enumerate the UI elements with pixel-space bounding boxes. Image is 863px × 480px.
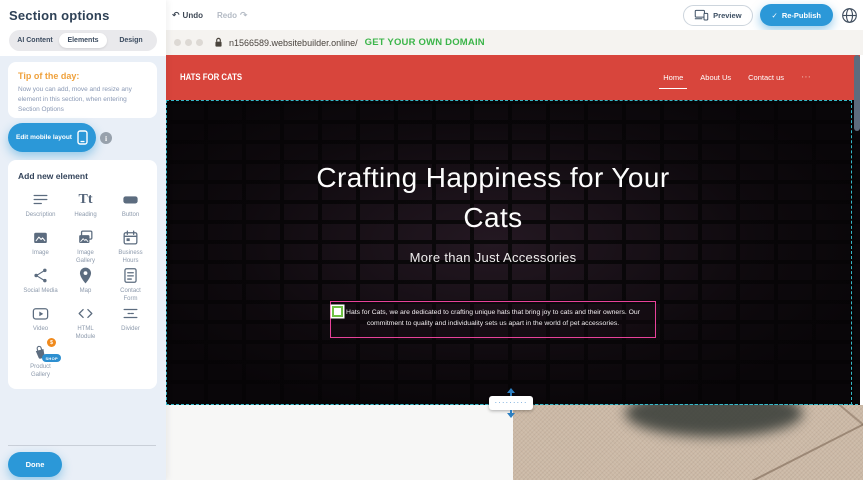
done-button[interactable]: Done <box>8 452 62 477</box>
image-gallery-icon <box>76 228 95 247</box>
tab-elements[interactable]: Elements <box>59 33 107 48</box>
drag-grip: ········· <box>489 396 533 410</box>
hero-heading[interactable]: Crafting Happiness for Your Cats <box>293 158 693 238</box>
element-map[interactable]: Map <box>63 266 108 304</box>
site-url: n1566589.websitebuilder.online/ <box>229 38 358 48</box>
html-module-icon <box>76 304 95 323</box>
info-icon[interactable]: i <box>100 132 112 144</box>
check-icon: ✓ <box>772 11 778 20</box>
add-element-card: Add new element Description Tt Heading B… <box>8 160 157 389</box>
element-image[interactable]: Image <box>18 228 63 266</box>
get-domain-link[interactable]: GET YOUR OWN DOMAIN <box>365 37 485 48</box>
republish-button[interactable]: ✓ Re-Publish <box>760 4 833 26</box>
tip-title: Tip of the day: <box>18 71 147 81</box>
product-gallery-icon: $ SHOP <box>31 342 50 361</box>
shop-tag: SHOP <box>42 354 61 362</box>
tab-ai-content[interactable]: AI Content <box>11 33 59 48</box>
element-selection-handle[interactable] <box>332 306 343 317</box>
panel-title: Section options <box>9 8 157 23</box>
element-heading[interactable]: Tt Heading <box>63 190 108 228</box>
element-social-media[interactable]: Social Media <box>18 266 63 304</box>
element-contact-form[interactable]: Contact Form <box>108 266 153 304</box>
site-nav: Home About Us Contact us ⋯ <box>663 72 811 83</box>
element-description[interactable]: Description <box>18 190 63 228</box>
element-video[interactable]: Video <box>18 304 63 342</box>
element-grid: Description Tt Heading Button <box>18 190 153 380</box>
undo-button[interactable]: ↶ Undo <box>172 10 203 21</box>
business-hours-icon <box>121 228 140 247</box>
preview-button[interactable]: Preview <box>683 5 752 26</box>
nav-home[interactable]: Home <box>663 73 683 82</box>
editor-topbar: ↶ Undo Redo ↷ Preview ✓ Re-Pub <box>166 0 863 30</box>
video-icon <box>31 304 50 323</box>
heading-icon: Tt <box>79 190 93 209</box>
language-globe-icon[interactable] <box>840 6 858 24</box>
browser-dot <box>185 39 192 46</box>
browser-dot <box>196 39 203 46</box>
element-html-module[interactable]: HTML Module <box>63 304 108 342</box>
panel-divider <box>8 445 156 446</box>
browser-address-bar: n1566589.websitebuilder.online/ GET YOUR… <box>166 30 863 55</box>
tip-body: Now you can add, move and resize any ele… <box>18 85 147 115</box>
cat-shadow <box>625 405 803 437</box>
redo-button[interactable]: Redo ↷ <box>217 10 248 21</box>
devices-icon <box>694 9 709 21</box>
lock-icon <box>214 37 223 48</box>
nav-more-icon[interactable]: ⋯ <box>801 72 811 83</box>
section-resize-handle[interactable]: ········· <box>483 388 539 419</box>
app-window: Section options AI Content Elements Desi… <box>0 0 863 480</box>
redo-icon: ↷ <box>240 10 248 21</box>
contact-form-icon <box>121 266 140 285</box>
editor-stage: ↶ Undo Redo ↷ Preview ✓ Re-Pub <box>166 0 863 480</box>
tip-of-the-day-card: Tip of the day: Now you can add, move an… <box>8 62 157 118</box>
undo-icon: ↶ <box>172 10 180 21</box>
next-section-blank[interactable] <box>166 405 513 480</box>
scrollbar-thumb[interactable] <box>854 55 860 131</box>
description-icon <box>31 190 50 209</box>
mobile-phone-icon <box>77 130 88 145</box>
panel-tabs: AI Content Elements Design <box>9 30 157 51</box>
social-media-icon <box>31 266 50 285</box>
element-image-gallery[interactable]: Image Gallery <box>63 228 108 266</box>
edit-mobile-layout-button[interactable]: Edit mobile layout <box>8 123 96 152</box>
add-element-title: Add new element <box>18 171 153 181</box>
image-icon <box>31 228 50 247</box>
element-product-gallery[interactable]: $ SHOP Product Gallery <box>18 342 63 380</box>
site-header: HATS FOR CATS Home About Us Contact us ⋯ <box>166 55 863 100</box>
product-badge-icon: $ <box>47 338 56 347</box>
button-icon <box>121 190 140 209</box>
nav-contact-us[interactable]: Contact us <box>748 73 784 82</box>
element-business-hours[interactable]: Business Hours <box>108 228 153 266</box>
element-button[interactable]: Button <box>108 190 153 228</box>
divider-icon <box>121 304 140 323</box>
hero-text-element[interactable]: Hats for Cats, we are dedicated to craft… <box>330 301 656 338</box>
next-section-image[interactable] <box>513 405 863 480</box>
resize-arrow-down-icon <box>507 413 515 418</box>
map-pin-icon <box>76 266 95 285</box>
site-logo: HATS FOR CATS <box>180 72 242 83</box>
browser-dot <box>174 39 181 46</box>
panel-header: Section options AI Content Elements Desi… <box>0 0 166 56</box>
section-options-panel: Section options AI Content Elements Desi… <box>0 0 166 480</box>
element-divider[interactable]: Divider <box>108 304 153 342</box>
edit-mobile-layout-label: Edit mobile layout <box>16 134 72 141</box>
nav-about-us[interactable]: About Us <box>700 73 731 82</box>
hero-subheading[interactable]: More than Just Accessories <box>293 250 693 265</box>
tab-design[interactable]: Design <box>107 33 155 48</box>
